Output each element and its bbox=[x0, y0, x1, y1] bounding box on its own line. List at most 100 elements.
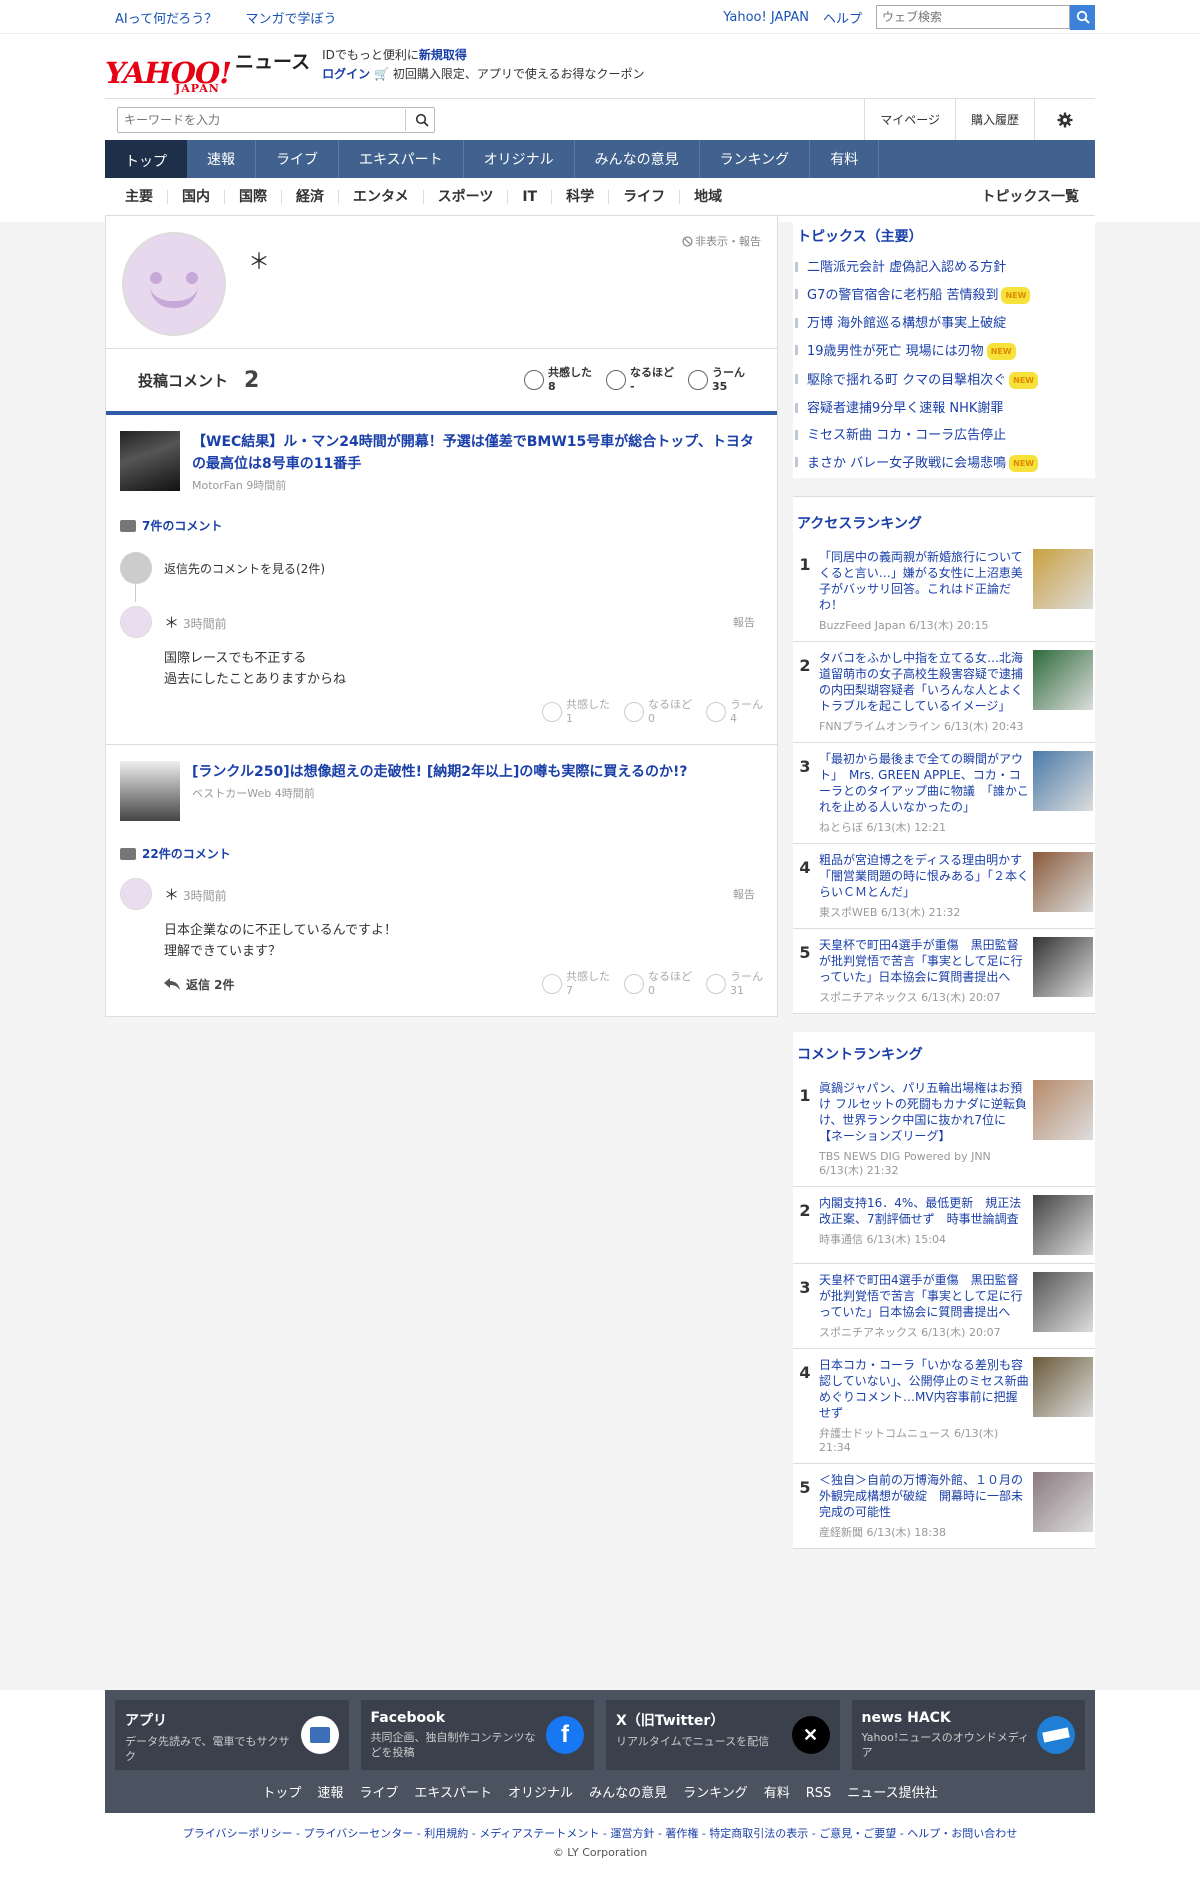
footer-link[interactable]: エキスパート bbox=[414, 1786, 492, 1801]
surprise-icon bbox=[606, 370, 626, 390]
nav-live[interactable]: ライブ bbox=[256, 140, 339, 178]
subnav-main[interactable]: 主要 bbox=[105, 189, 168, 204]
footer-link[interactable]: ランキング bbox=[683, 1786, 748, 1801]
keyword-search-button[interactable] bbox=[410, 113, 434, 127]
gear-icon bbox=[1057, 112, 1073, 127]
footer-link[interactable]: 速報 bbox=[317, 1786, 343, 1801]
footer-link[interactable]: みんなの意見 bbox=[589, 1786, 667, 1801]
empathy-button[interactable]: 共感した 7 bbox=[542, 970, 610, 998]
ranking-item[interactable]: 1 「同居中の義両親が新婚旅行についてくると言い…」嫌がる女性に上沼恵美子がバッサ… bbox=[793, 541, 1095, 642]
subnav-entertainment[interactable]: エンタメ bbox=[339, 189, 424, 204]
footer-link[interactable]: ライブ bbox=[359, 1786, 398, 1801]
topic-item[interactable]: 万博 海外館巡る構想が事実上破綻 bbox=[793, 310, 1095, 337]
insight-button[interactable]: なるほど 0 bbox=[624, 698, 692, 726]
ranking-item[interactable]: 2 タバコをふかし中指を立てる女…北海道留萌市の女子高校生殺害容疑で逮捕の内田梨瑚… bbox=[793, 642, 1095, 743]
topic-item[interactable]: まさか バレー女子敗戦に会場悲鳴 NEW bbox=[793, 449, 1095, 478]
nav-original[interactable]: オリジナル bbox=[464, 140, 575, 178]
subnav-domestic[interactable]: 国内 bbox=[168, 189, 225, 204]
util-link-ai[interactable]: AIって何だろう？ bbox=[115, 12, 217, 27]
article-title[interactable]: 【WEC結果】ル・マン24時間が開幕！予選は僅差でBMW15号車が総合トップ、ト… bbox=[192, 431, 763, 475]
comment-count-link[interactable]: 22件のコメント bbox=[120, 845, 763, 862]
ranking-item[interactable]: 4 粗品が宮迫博之をディスる理由明かす「闇営業問題の時に恨みある」「２本くらいＣＭ… bbox=[793, 844, 1095, 929]
mypage-link[interactable]: マイページ bbox=[864, 98, 955, 141]
nav-breaking[interactable]: 速報 bbox=[187, 140, 256, 178]
footer-link[interactable]: ニュース提供社 bbox=[847, 1786, 937, 1801]
ranking-item[interactable]: 1 眞鍋ジャパン、パリ五輪出場権はお預け フルセットの死闘もカナダに逆転負け、世界… bbox=[793, 1072, 1095, 1187]
ranking-title: 内閣支持16．4%、最低更新 規正法改正案、7割評価せず 時事世論調査 bbox=[819, 1196, 1022, 1226]
topics-list-link[interactable]: トピックス一覧 bbox=[967, 190, 1095, 204]
empathy-button[interactable]: 共感した 1 bbox=[542, 698, 610, 726]
purchase-history-link[interactable]: 購入履歴 bbox=[954, 98, 1034, 141]
search-icon bbox=[415, 113, 429, 127]
comment-line: 日本企業なのに不正しているんですよ！ bbox=[164, 923, 397, 938]
topic-item[interactable]: ミセス新曲 コカ・コーラ広告停止 bbox=[793, 422, 1095, 449]
comment-count-link[interactable]: 7件のコメント bbox=[120, 517, 763, 534]
subnav-world[interactable]: 国際 bbox=[225, 189, 282, 204]
nav-paid[interactable]: 有料 bbox=[810, 140, 880, 178]
nav-top[interactable]: トップ bbox=[105, 140, 187, 178]
hmm-button[interactable]: うーん 4 bbox=[706, 698, 763, 726]
footer-link[interactable]: オリジナル bbox=[508, 1786, 573, 1801]
util-link-help[interactable]: ヘルプ bbox=[823, 8, 862, 27]
nav-opinions[interactable]: みんなの意見 bbox=[575, 140, 700, 178]
footer-card-app[interactable]: アプリ データ先読みで、電車でもサクサク bbox=[115, 1700, 349, 1770]
article-link[interactable]: [ランクル250]は想像超えの走破性! [納期2年以上]の噂も実際に買えるのか!… bbox=[120, 761, 763, 821]
subnav-life[interactable]: ライフ bbox=[609, 189, 681, 204]
ranking-item[interactable]: 4 日本コカ・コーラ「いかなる差別も容認していない」、公開停止のミセス新曲めぐりコ… bbox=[793, 1349, 1095, 1464]
subnav-local[interactable]: 地域 bbox=[680, 190, 736, 204]
ranking-number: 4 bbox=[799, 858, 811, 877]
util-link-manga[interactable]: マンガで学ぼう bbox=[245, 12, 336, 27]
hmm-count: 4 bbox=[730, 712, 737, 725]
comment-bubble-icon bbox=[120, 519, 136, 532]
topic-item[interactable]: 容疑者逮捕9分早く速報 NHK謝罪 bbox=[793, 395, 1095, 422]
settings-button[interactable] bbox=[1034, 98, 1095, 141]
hmm-label: うーん bbox=[730, 970, 763, 983]
article-title[interactable]: [ランクル250]は想像超えの走破性! [納期2年以上]の噂も実際に買えるのか!… bbox=[192, 761, 687, 783]
keyword-input[interactable] bbox=[118, 108, 406, 131]
topic-item[interactable]: 駆除で揺れる町 クマの目撃相次ぐ NEW bbox=[793, 366, 1095, 395]
register-link[interactable]: 新規取得 bbox=[419, 48, 467, 62]
ranking-item[interactable]: 5 ＜独自＞自前の万博海外館、１０月の外観完成構想が破綻 開幕時に一部未完成の可能… bbox=[793, 1464, 1095, 1549]
parent-comment-link[interactable]: 返信先のコメントを見る(2件) bbox=[120, 552, 763, 584]
topic-item[interactable]: G7の警官宿舎に老朽船 苦情殺到 NEW bbox=[793, 281, 1095, 310]
login-link[interactable]: ログイン bbox=[322, 67, 370, 81]
footer-link[interactable]: RSS bbox=[806, 1786, 832, 1801]
topic-item[interactable]: 19歳男性が死亡 現場には刃物 NEW bbox=[793, 337, 1095, 366]
hmm-button[interactable]: うーん 31 bbox=[706, 970, 763, 998]
subnav-it[interactable]: IT bbox=[508, 189, 553, 204]
subnav-science[interactable]: 科学 bbox=[552, 189, 610, 204]
report-link[interactable]: 報告 bbox=[733, 886, 763, 902]
logo-header: YAHOO! JAPAN ニュース IDでもっと便利に新規取得 ログイン 🛒 初回購… bbox=[0, 34, 1200, 98]
topic-item[interactable]: 二階派元会計 虚偽記入認める方針 bbox=[793, 254, 1095, 281]
footer-card-facebook[interactable]: Facebook 共同企画、独自制作コンテンツなどを投稿 f bbox=[360, 1700, 594, 1770]
footer-link[interactable]: トップ bbox=[262, 1786, 301, 1801]
replies-button[interactable]: 返信 2件 bbox=[164, 976, 235, 993]
comment-ranking-title[interactable]: コメントランキング bbox=[793, 1044, 1095, 1072]
hide-report-link[interactable]: 非表示・報告 bbox=[682, 233, 761, 249]
comment-count-label: 7件のコメント bbox=[142, 519, 223, 533]
access-ranking-title[interactable]: アクセスランキング bbox=[793, 513, 1095, 541]
report-link[interactable]: 報告 bbox=[733, 614, 763, 630]
coupon-link[interactable]: 初回購入限定、アプリで使えるお得なクーポン bbox=[393, 67, 645, 81]
nav-expert[interactable]: エキスパート bbox=[339, 140, 464, 178]
legal-links[interactable]: プライバシーポリシー - プライバシーセンター - 利用規約 - メディアステー… bbox=[0, 1825, 1200, 1841]
ranking-item[interactable]: 2 内閣支持16．4%、最低更新 規正法改正案、7割評価せず 時事世論調査 時事通信… bbox=[793, 1187, 1095, 1264]
footer-link[interactable]: 有料 bbox=[764, 1786, 790, 1801]
nav-ranking[interactable]: ランキング bbox=[700, 140, 811, 178]
util-link-yahoo-japan[interactable]: Yahoo! JAPAN bbox=[723, 10, 809, 25]
web-search-input[interactable] bbox=[876, 5, 1070, 29]
stat-insight-label: なるほど bbox=[630, 366, 674, 379]
footer-card-news-hack[interactable]: news HACK Yahoo!ニュースのオウンドメディア bbox=[851, 1700, 1085, 1770]
yahoo-news-logo[interactable]: YAHOO! JAPAN ニュース bbox=[105, 46, 310, 94]
subnav-sports[interactable]: スポーツ bbox=[424, 189, 509, 204]
ranking-item[interactable]: 3 「最初から最後まで全ての瞬間がアウト」 Mrs. GREEN APPLE、コカ… bbox=[793, 743, 1095, 844]
ranking-item[interactable]: 5 天皇杯で町田4選手が重傷 黒田監督が批判覚悟で苦言「事実として足に行っていた」… bbox=[793, 929, 1095, 1014]
insight-button[interactable]: なるほど 0 bbox=[624, 970, 692, 998]
web-search-button[interactable] bbox=[1070, 4, 1095, 30]
article-link[interactable]: 【WEC結果】ル・マン24時間が開幕！予選は僅差でBMW15号車が総合トップ、ト… bbox=[120, 431, 763, 493]
subnav-economy[interactable]: 経済 bbox=[282, 189, 339, 204]
ranking-item[interactable]: 3 天皇杯で町田4選手が重傷 黒田監督が批判覚悟で苦言「事実として足に行っていた」… bbox=[793, 1264, 1095, 1349]
footer-card-x[interactable]: X（旧Twitter） リアルタイムでニュースを配信 ✕ bbox=[606, 1700, 840, 1770]
topics-title[interactable]: トピックス（主要） bbox=[793, 226, 1095, 254]
user-name: ＊ bbox=[248, 250, 271, 275]
